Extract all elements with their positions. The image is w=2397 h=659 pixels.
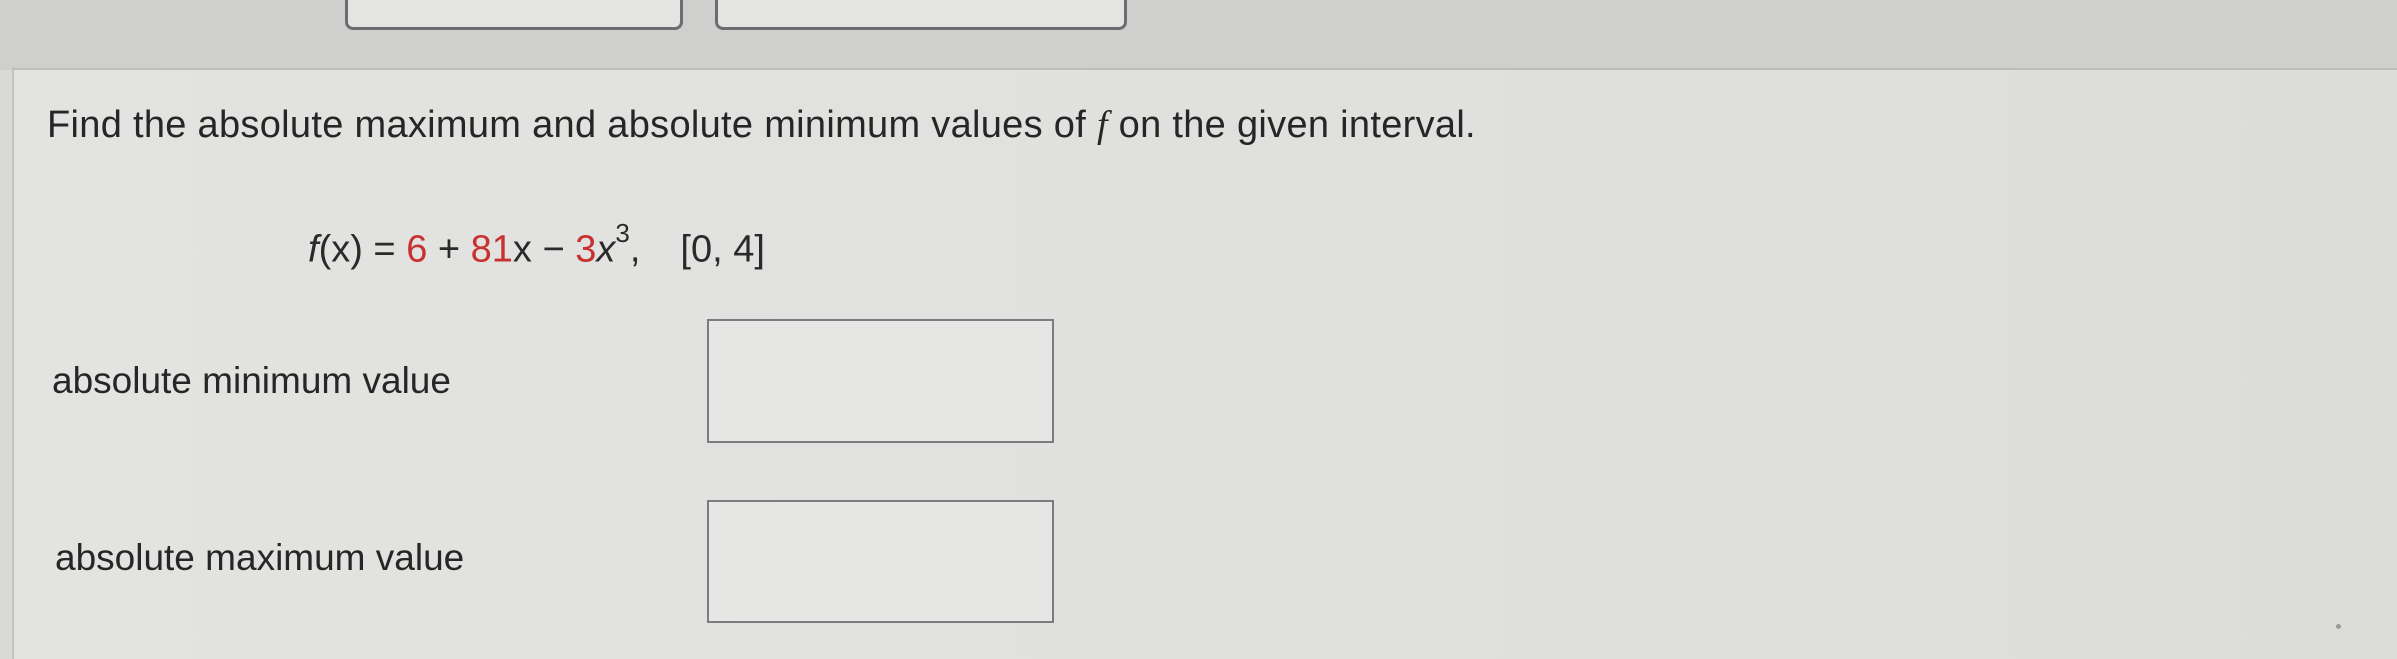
- cubic-coefficient: 3: [575, 228, 597, 271]
- function-name: f: [308, 228, 319, 271]
- question-text: Find the absolute maximum and absolute m…: [47, 104, 1476, 146]
- cubic-exponent: 3: [615, 218, 630, 248]
- absolute-maximum-input[interactable]: [707, 500, 1054, 623]
- function-variable: f: [1096, 104, 1108, 146]
- absolute-maximum-label: absolute maximum value: [55, 537, 465, 578]
- interval: [0, 4]: [680, 228, 765, 271]
- absolute-minimum-label: absolute minimum value: [52, 360, 451, 401]
- toolbar-button-right[interactable]: [715, 0, 1127, 30]
- linear-coefficient: 81: [470, 228, 513, 271]
- constant-term: 6: [406, 228, 428, 271]
- function-formula: f(x) = 6 + 81x − 3x3, [0, 4]: [308, 218, 765, 271]
- toolbar-button-left[interactable]: [345, 0, 683, 30]
- decorative-dot: [2336, 624, 2341, 629]
- absolute-minimum-input[interactable]: [707, 319, 1054, 443]
